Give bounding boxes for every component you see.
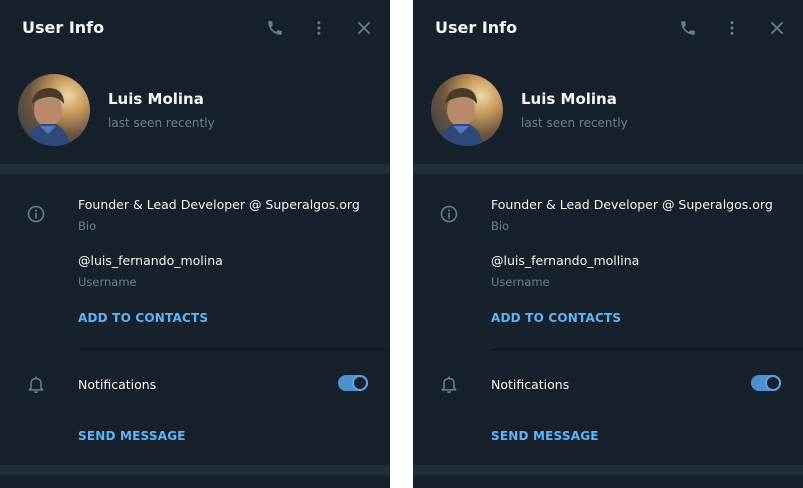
panel-header: User Info [413,0,803,56]
more-vertical-icon[interactable] [723,19,741,37]
panel-title: User Info [435,18,518,37]
profile-status: last seen recently [521,116,628,130]
profile-name: Luis Molina [108,90,204,108]
close-icon[interactable] [355,19,373,37]
username-label: Username [491,275,550,289]
row-separator [491,349,803,350]
username-value[interactable]: @luis_fernando_molina [78,253,223,268]
info-icon [26,204,46,224]
avatar[interactable] [431,74,503,146]
notifications-toggle[interactable] [751,375,781,391]
section-divider [0,164,390,174]
notifications-toggle[interactable] [338,375,368,391]
section-divider [413,164,803,174]
bio-value[interactable]: Founder & Lead Developer @ Superalgos.or… [78,197,360,212]
profile-section: Luis Molina last seen recently [0,62,390,162]
add-to-contacts-button[interactable]: ADD TO CONTACTS [78,311,208,325]
bio-value[interactable]: Founder & Lead Developer @ Superalgos.or… [491,197,773,212]
send-message-button[interactable]: SEND MESSAGE [491,429,599,443]
bell-icon [439,374,459,394]
bell-icon [26,374,46,394]
profile-section: Luis Molina last seen recently [413,62,803,162]
bio-label: Bio [78,219,97,233]
notifications-label: Notifications [491,377,570,392]
toggle-knob [352,375,368,391]
send-message-button[interactable]: SEND MESSAGE [78,429,186,443]
section-divider [0,465,390,475]
phone-icon[interactable] [266,19,284,37]
phone-icon[interactable] [679,19,697,37]
avatar[interactable] [18,74,90,146]
toggle-knob [765,375,781,391]
more-vertical-icon[interactable] [310,19,328,37]
panel-header: User Info [0,0,390,56]
section-divider [413,465,803,475]
add-to-contacts-button[interactable]: ADD TO CONTACTS [491,311,621,325]
profile-status: last seen recently [108,116,215,130]
user-info-panel-left: User Info Luis Molina last seen recently… [0,0,390,488]
username-value[interactable]: @luis_fernando_mollina [491,253,639,268]
username-label: Username [78,275,137,289]
row-separator [78,349,390,350]
panel-title: User Info [22,18,105,37]
notifications-label: Notifications [78,377,157,392]
bio-label: Bio [491,219,510,233]
profile-name: Luis Molina [521,90,617,108]
close-icon[interactable] [768,19,786,37]
user-info-panel-right: User Info Luis Molina last seen recently… [413,0,803,488]
info-icon [439,204,459,224]
